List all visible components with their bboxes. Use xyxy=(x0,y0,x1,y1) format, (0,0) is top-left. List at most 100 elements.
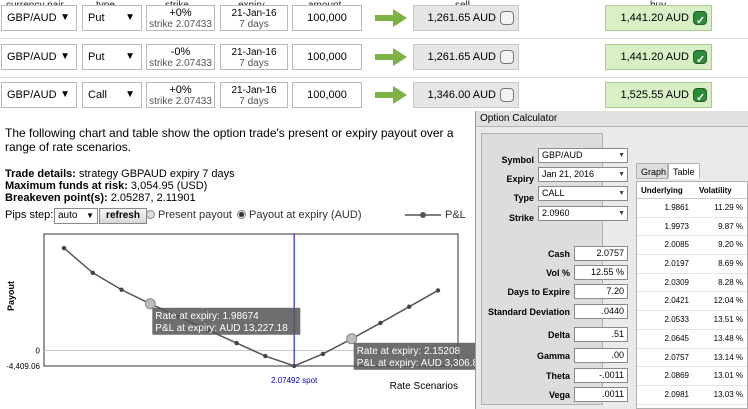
volatility-cell: 13.14 % xyxy=(713,352,743,362)
data-point xyxy=(119,287,124,292)
pips-step-label: Pips step: xyxy=(5,209,54,221)
underlying-cell: 2.0757 xyxy=(664,352,689,362)
days-to-expire-field[interactable]: 7.20 xyxy=(574,284,628,299)
data-point xyxy=(378,320,383,326)
buy-price-button[interactable]: 1,441.20 AUD xyxy=(605,5,712,33)
volatility-cell: 13.01 % xyxy=(713,371,743,381)
amount-input[interactable]: 100,000 xyxy=(292,82,362,108)
expiry-payout-label: Payout at expiry (AUD) xyxy=(249,209,362,221)
buy-price-button[interactable]: 1,525.55 AUD xyxy=(605,82,712,110)
calculator-title: Option Calculator xyxy=(476,111,748,127)
buy-checkbox-icon[interactable] xyxy=(693,48,707,72)
vol-field[interactable]: 12.55 % xyxy=(574,265,628,280)
symbol-label: Symbol xyxy=(501,155,534,165)
sell-price-button[interactable]: 1,261.65 AUD xyxy=(413,5,519,31)
description-text: The following chart and table show the o… xyxy=(5,126,454,154)
option-type-select[interactable]: Put ▼ xyxy=(82,5,142,31)
volatility-cell: 12.04 % xyxy=(713,296,743,306)
expiry-select[interactable]: Jan 21, 2016 ▼ xyxy=(538,167,628,182)
sell-price-button[interactable]: 1,346.00 AUD xyxy=(413,82,519,108)
expiry-field[interactable]: 21-Jan-16 7 days xyxy=(220,5,288,31)
pips-step-select[interactable]: auto ▼ xyxy=(54,208,98,224)
strike-field[interactable]: -0% strike 2.07433 xyxy=(146,44,215,70)
table-row: 1.9973 9.87 % xyxy=(637,218,747,237)
chevron-down-icon: ▼ xyxy=(618,210,625,217)
sell-price-button[interactable]: 1,261.65 AUD xyxy=(413,44,519,70)
data-point xyxy=(435,288,441,293)
strike-field[interactable]: +0% strike 2.07433 xyxy=(146,5,215,31)
type-value: CALL xyxy=(542,188,565,198)
arrow-right-icon xyxy=(375,48,407,66)
option-type-select[interactable]: Put ▼ xyxy=(82,44,142,70)
strike-percent: +0% xyxy=(169,7,192,19)
amount-input[interactable]: 100,000 xyxy=(292,5,362,31)
refresh-button[interactable]: refresh xyxy=(99,208,147,224)
present-payout-radio[interactable] xyxy=(146,210,155,219)
underlying-cell: 2.0309 xyxy=(664,277,689,287)
expiry-days: 7 days xyxy=(239,19,269,30)
std-dev-field[interactable]: .0440 xyxy=(574,304,628,319)
expiry-field[interactable]: 21-Jan-16 7 days xyxy=(220,82,288,108)
chevron-down-icon: ▼ xyxy=(618,152,625,159)
vega-field[interactable]: .0011 xyxy=(574,387,628,402)
volatility-cell: 8.69 % xyxy=(718,259,743,269)
strike-percent: +0% xyxy=(169,84,192,96)
currency-pair-select[interactable]: GBP/AUD ▼ xyxy=(1,44,77,70)
tab-table[interactable]: Table xyxy=(668,163,700,179)
tooltip-pnl: P&L at expiry: AUD 13,227.18 xyxy=(155,323,288,334)
tab-graph[interactable]: Graph xyxy=(636,163,668,179)
table-row: 2.0085 9.20 % xyxy=(637,236,747,256)
tooltip-rate: Rate at expiry: 2.15208 xyxy=(357,346,461,357)
col-volatility: Volatility xyxy=(699,186,732,195)
days-to-expire-label: Days to Expire xyxy=(507,287,570,297)
col-underlying: Underlying xyxy=(641,186,683,195)
data-point xyxy=(144,298,156,310)
vol-label: Vol % xyxy=(546,268,570,278)
chevron-down-icon: ▼ xyxy=(125,89,135,100)
strike-input[interactable]: 2.0960 ▼ xyxy=(538,206,628,221)
buy-checkbox-icon[interactable] xyxy=(693,9,707,33)
buy-price-button[interactable]: 1,441.20 AUD xyxy=(605,44,712,72)
amount-input[interactable]: 100,000 xyxy=(292,44,362,70)
sell-checkbox-icon[interactable] xyxy=(500,88,514,102)
expiry-date: 21-Jan-16 xyxy=(231,47,277,58)
delta-field[interactable]: .51 xyxy=(574,327,628,342)
data-point xyxy=(234,340,239,346)
data-point xyxy=(320,351,326,357)
option-type-select[interactable]: Call ▼ xyxy=(82,82,142,108)
underlying-cell: 2.0533 xyxy=(664,315,689,325)
currency-pair-select[interactable]: GBP/AUD ▼ xyxy=(1,82,77,108)
theta-field[interactable]: -.0011 xyxy=(574,368,628,383)
strike-value: strike 2.07433 xyxy=(149,19,212,30)
vega-label: Vega xyxy=(548,390,570,400)
delta-label: Delta xyxy=(547,330,570,340)
data-point xyxy=(61,245,67,251)
volatility-cell: 13.51 % xyxy=(713,315,743,325)
data-point xyxy=(407,304,412,309)
expiry-date: 21-Jan-16 xyxy=(231,85,277,96)
chevron-down-icon: ▼ xyxy=(618,190,625,197)
sell-checkbox-icon[interactable] xyxy=(500,50,514,64)
arrow-right-icon xyxy=(375,9,407,27)
expiry-field[interactable]: 21-Jan-16 7 days xyxy=(220,44,288,70)
currency-pair-select[interactable]: GBP/AUD ▼ xyxy=(1,5,77,31)
gamma-field[interactable]: .00 xyxy=(574,348,628,363)
expiry-value: Jan 21, 2016 xyxy=(542,169,595,179)
expiry-payout-radio[interactable] xyxy=(237,210,246,219)
type-select[interactable]: CALL ▼ xyxy=(538,186,628,201)
sell-checkbox-icon[interactable] xyxy=(500,11,514,25)
y-tick-label: 0 xyxy=(36,346,41,355)
strike-value: 2.0960 xyxy=(542,208,570,218)
table-row: 2.0197 8.69 % xyxy=(637,255,747,274)
present-payout-label: Present payout xyxy=(158,209,232,221)
strike-field[interactable]: +0% strike 2.07433 xyxy=(146,82,215,108)
breakeven-label: Breakeven point(s): xyxy=(5,192,108,204)
tooltip-rate: Rate at expiry: 1.98674 xyxy=(155,311,259,322)
payout-chart: Payout 0 -4,409.06 2.07492 spot Rate at expi… xyxy=(6,233,475,392)
volatility-cell: 13.48 % xyxy=(713,333,743,343)
symbol-select[interactable]: GBP/AUD ▼ xyxy=(538,148,628,163)
buy-checkbox-icon[interactable] xyxy=(693,86,707,110)
volatility-table: Underlying Volatility 1.9861 11.29 % 1.997… xyxy=(636,181,748,409)
volatility-cell: 9.20 % xyxy=(718,240,743,250)
cash-field[interactable]: 2.0757 xyxy=(574,246,628,261)
